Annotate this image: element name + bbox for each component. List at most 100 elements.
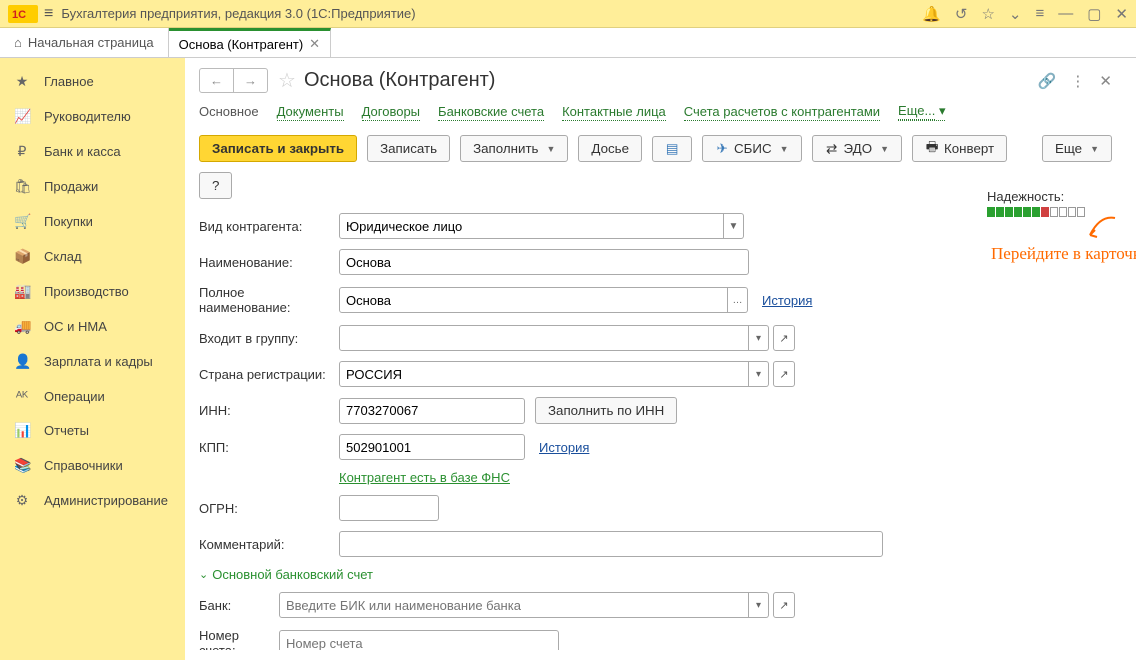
sidebar-item-label: Зарплата и кадры <box>44 354 153 369</box>
open-group-button[interactable]: ↗ <box>773 325 795 351</box>
sub-nav: Основное Документы Договоры Банковские с… <box>199 103 1112 121</box>
nav-back-forward: ← → <box>199 68 268 93</box>
list-icon: ▤ <box>665 142 679 156</box>
save-button[interactable]: Записать <box>367 135 450 162</box>
tab-home[interactable]: ⌂ Начальная страница <box>0 28 169 57</box>
save-and-close-button[interactable]: Записать и закрыть <box>199 135 357 162</box>
star-icon: ★ <box>14 73 30 90</box>
hamburger-icon[interactable]: ≡ <box>44 5 53 23</box>
chevron-down-icon[interactable]: ▾ <box>749 592 769 618</box>
open-country-button[interactable]: ↗ <box>773 361 795 387</box>
sidebar-item-directories[interactable]: 📚Справочники <box>0 448 185 483</box>
sidebar-item-label: Производство <box>44 284 129 299</box>
chevron-down-icon: ▼ <box>880 144 889 154</box>
sbis-button[interactable]: ✈СБИС▼ <box>702 135 802 162</box>
sidebar-item-sales[interactable]: 🛍Продажи <box>0 169 185 204</box>
star-icon[interactable]: ☆ <box>981 5 994 23</box>
bank-section-label: Основной банковский счет <box>212 567 373 582</box>
type-select[interactable] <box>339 213 724 239</box>
sidebar-item-label: Отчеты <box>44 423 89 438</box>
sidebar-item-admin[interactable]: ⚙Администрирование <box>0 483 185 518</box>
tab-active[interactable]: Основа (Контрагент) ✕ <box>169 28 331 57</box>
sidebar-item-purchases[interactable]: 🛒Покупки <box>0 204 185 239</box>
bars-icon: 📊 <box>14 422 30 439</box>
history-icon[interactable]: ↺ <box>955 5 968 23</box>
chevron-down-icon[interactable]: ▾ <box>749 325 769 351</box>
name-label: Наименование: <box>199 255 339 270</box>
reliability-bars[interactable] <box>987 207 1085 217</box>
subnav-bank[interactable]: Банковские счета <box>438 104 544 121</box>
tab-close-icon[interactable]: ✕ <box>309 36 320 52</box>
sidebar-item-salary[interactable]: 👤 Зарплата и кадры <box>0 344 185 379</box>
country-label: Страна регистрации: <box>199 367 339 382</box>
group-select[interactable] <box>339 325 749 351</box>
annotation-text: Перейдите в карточку СБИС <box>991 244 1136 264</box>
name-input[interactable] <box>339 249 749 275</box>
fullname-label: Полное наименование: <box>199 285 339 315</box>
sidebar-item-main[interactable]: ★Главное <box>0 64 185 99</box>
country-select[interactable] <box>339 361 749 387</box>
sidebar-item-bank[interactable]: ₽Банк и касса <box>0 134 185 169</box>
sidebar-item-label: Продажи <box>44 179 98 194</box>
ogrn-input[interactable] <box>339 495 439 521</box>
dropdown-icon[interactable]: ⌄ <box>1009 5 1022 23</box>
fullname-input[interactable] <box>339 287 728 313</box>
favorite-icon[interactable]: ☆ <box>278 68 296 93</box>
tab-active-label: Основа (Контрагент) <box>179 37 304 52</box>
inn-input[interactable] <box>339 398 525 424</box>
kebab-icon[interactable]: ⋮ <box>1070 72 1085 90</box>
forward-button[interactable]: → <box>234 69 267 92</box>
sidebar-item-assets[interactable]: 🚚ОС и НМА <box>0 309 185 344</box>
menu-lines-icon[interactable]: ≡ <box>1035 5 1044 22</box>
sidebar-item-operations[interactable]: ᴬᴷОперации <box>0 379 185 413</box>
dossier-button[interactable]: Досье <box>578 135 642 162</box>
chevron-down-icon: ▼ <box>780 144 789 154</box>
fill-by-inn-button[interactable]: Заполнить по ИНН <box>535 397 677 424</box>
edo-button[interactable]: ⇄ЭДО▼ <box>812 135 902 162</box>
help-button[interactable]: ? <box>199 172 232 199</box>
ellipsis-icon[interactable]: … <box>728 287 748 313</box>
close-icon[interactable]: ✕ <box>1115 5 1128 23</box>
bank-section-toggle[interactable]: ⌄Основной банковский счет <box>199 567 1112 582</box>
subnav-docs[interactable]: Документы <box>277 104 344 121</box>
bell-icon[interactable]: 🔔 <box>922 5 941 23</box>
group-label: Входит в группу: <box>199 331 339 346</box>
fill-button[interactable]: Заполнить▼ <box>460 135 568 162</box>
kpp-history-link[interactable]: История <box>539 440 589 455</box>
subnav-contacts[interactable]: Контактные лица <box>562 104 666 121</box>
sidebar-item-warehouse[interactable]: 📦Склад <box>0 239 185 274</box>
home-icon: ⌂ <box>14 35 22 50</box>
maximize-icon[interactable]: ▢ <box>1087 5 1101 23</box>
chevron-down-icon[interactable]: ▼ <box>724 213 744 239</box>
list-icon-button[interactable]: ▤ <box>652 136 692 162</box>
back-button[interactable]: ← <box>200 69 234 92</box>
sidebar-item-label: Операции <box>44 389 105 404</box>
sidebar-item-label: Склад <box>44 249 82 264</box>
titlebar: 1С ≡ Бухгалтерия предприятия, редакция 3… <box>0 0 1136 28</box>
person-icon: 👤 <box>14 353 30 370</box>
chevron-down-icon[interactable]: ▾ <box>749 361 769 387</box>
comment-input[interactable] <box>339 531 883 557</box>
sidebar-item-reports[interactable]: 📊 Отчеты <box>0 413 185 448</box>
app-logo: 1С <box>8 5 38 23</box>
convert-button[interactable]: 🖶Конверт <box>912 135 1007 162</box>
tab-home-label: Начальная страница <box>28 35 154 50</box>
open-bank-button[interactable]: ↗ <box>773 592 795 618</box>
link-icon[interactable]: 🔗 <box>1038 72 1057 90</box>
convert-label: Конверт <box>944 141 994 156</box>
sidebar-item-production[interactable]: 🏭Производство <box>0 274 185 309</box>
subnav-contracts[interactable]: Договоры <box>362 104 420 121</box>
chevron-down-icon: ▼ <box>547 144 556 154</box>
subnav-main[interactable]: Основное <box>199 104 259 120</box>
more-button[interactable]: Еще▼ <box>1042 135 1112 162</box>
fns-link[interactable]: Контрагент есть в базе ФНС <box>339 470 510 485</box>
subnav-accounts[interactable]: Счета расчетов с контрагентами <box>684 104 880 121</box>
bank-input[interactable] <box>279 592 749 618</box>
kpp-input[interactable] <box>339 434 525 460</box>
close-panel-icon[interactable]: ✕ <box>1099 72 1112 90</box>
subnav-more[interactable]: Еще... ▾ <box>898 103 945 121</box>
account-input[interactable] <box>279 630 559 650</box>
history-link[interactable]: История <box>762 293 812 308</box>
minimize-icon[interactable]: — <box>1058 5 1073 22</box>
sidebar-item-manager[interactable]: 📈Руководителю <box>0 99 185 134</box>
